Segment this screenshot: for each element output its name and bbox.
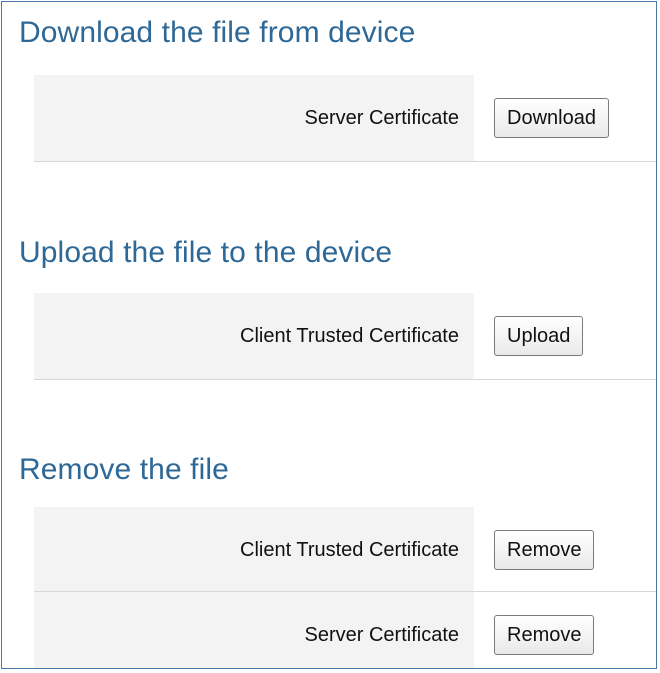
download-section-title: Download the file from device xyxy=(19,16,416,49)
remove-server-certificate-row: Server Certificate Remove xyxy=(34,591,656,668)
upload-client-trusted-certificate-label: Client Trusted Certificate xyxy=(240,324,459,347)
download-server-certificate-label: Server Certificate xyxy=(304,106,460,129)
download-server-certificate-label-cell: Server Certificate xyxy=(34,75,474,161)
remove-client-trusted-certificate-row: Client Trusted Certificate Remove xyxy=(34,507,656,593)
upload-client-trusted-certificate-row: Client Trusted Certificate Upload xyxy=(34,293,656,380)
upload-client-trusted-certificate-button[interactable]: Upload xyxy=(494,316,584,356)
upload-client-trusted-certificate-button-cell: Upload xyxy=(474,293,584,379)
remove-server-certificate-button[interactable]: Remove xyxy=(494,615,595,655)
remove-server-certificate-label: Server Certificate xyxy=(304,623,460,646)
remove-client-trusted-certificate-button[interactable]: Remove xyxy=(494,530,595,570)
download-server-certificate-button[interactable]: Download xyxy=(494,98,609,138)
remove-client-trusted-certificate-label-cell: Client Trusted Certificate xyxy=(34,507,474,593)
remove-section-title: Remove the file xyxy=(19,453,229,486)
remove-client-trusted-certificate-label: Client Trusted Certificate xyxy=(240,538,459,561)
remove-server-certificate-label-cell: Server Certificate xyxy=(34,592,474,668)
download-server-certificate-button-cell: Download xyxy=(474,75,609,161)
upload-section-title: Upload the file to the device xyxy=(19,236,393,269)
download-server-certificate-row: Server Certificate Download xyxy=(34,75,656,162)
remove-server-certificate-button-cell: Remove xyxy=(474,592,595,668)
remove-client-trusted-certificate-button-cell: Remove xyxy=(474,507,595,593)
upload-client-trusted-certificate-label-cell: Client Trusted Certificate xyxy=(34,293,474,379)
certificate-management-panel: Download the file from device Server Cer… xyxy=(1,1,657,669)
